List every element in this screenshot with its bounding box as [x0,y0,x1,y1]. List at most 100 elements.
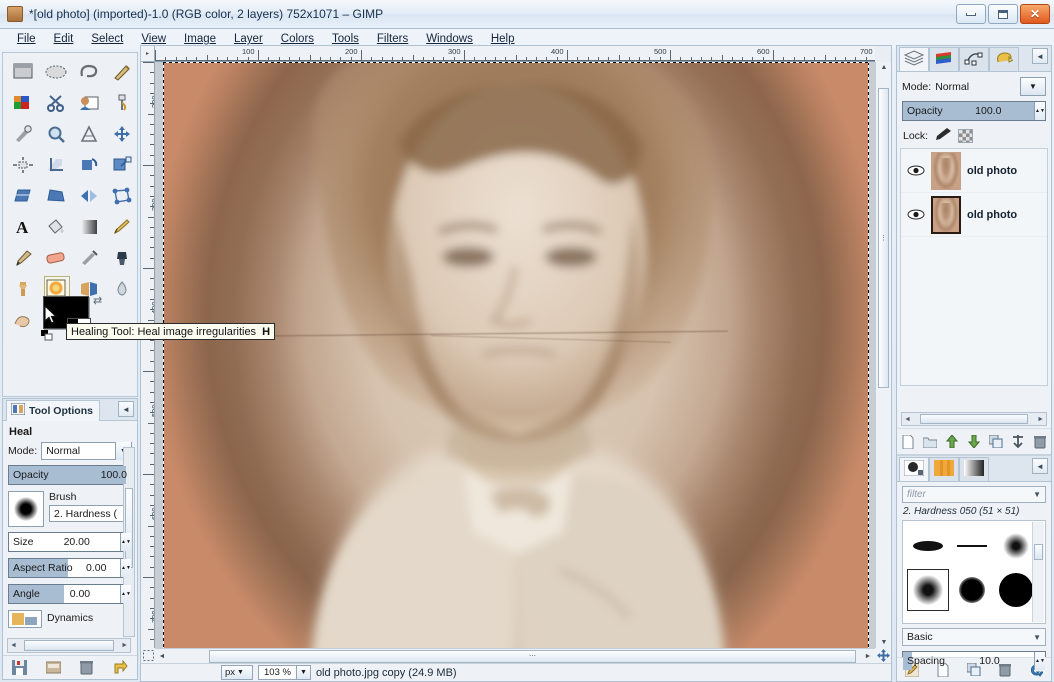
scroll-left-arrow-icon[interactable]: ◄ [10,642,17,649]
menu-file[interactable]: File [8,31,45,47]
layer-visibility-icon[interactable] [907,209,925,220]
text-tool[interactable]: A [6,211,39,242]
menu-edit[interactable]: Edit [45,31,83,47]
scroll-right-arrow-icon[interactable]: ► [861,653,875,660]
tool-options-hscroll-thumb[interactable] [24,640,114,651]
ellipse-select-tool[interactable] [39,56,72,87]
scale-tool[interactable] [105,149,138,180]
brush-grid-vscrollbar[interactable] [1032,522,1044,622]
reset-tool-options-button[interactable] [112,660,128,676]
unit-selector[interactable]: px ▼ [221,665,253,680]
layer-opacity-stepper[interactable]: ▲▼ [1033,102,1045,120]
smudge-tool[interactable] [6,304,39,335]
brush-filter-input[interactable]: filter ▼ [902,486,1046,503]
tab-undo-history[interactable] [989,47,1019,71]
new-layer-group-button[interactable] [922,434,938,450]
tab-patterns[interactable] [929,457,959,481]
image-canvas[interactable] [155,62,875,648]
list-item[interactable] [907,525,949,567]
color-picker-tool[interactable] [6,118,39,149]
vertical-ruler[interactable]: 200 300 400 500 600 700 [141,62,155,648]
tab-tool-options[interactable]: Tool Options [6,399,100,421]
layer-thumbnail[interactable] [931,151,961,190]
rect-select-tool[interactable] [6,56,39,87]
move-tool[interactable] [105,118,138,149]
delete-tool-preset-button[interactable] [79,660,95,676]
fuzzy-select-tool[interactable] [105,56,138,87]
brush-grid[interactable] [902,520,1046,624]
tab-gradients[interactable] [959,457,989,481]
aspect-ratio-slider[interactable]: Aspect Ratio 0.00 ▲▼ [8,558,132,578]
paintbrush-tool[interactable] [6,242,39,273]
list-item[interactable] [951,569,993,611]
tab-channels[interactable] [929,47,959,71]
eraser-tool[interactable] [39,242,72,273]
canvas-vscroll-thumb[interactable]: ⋮ [878,88,889,388]
brush-preview[interactable] [8,491,44,527]
ink-tool[interactable] [105,242,138,273]
raise-layer-button[interactable] [944,434,960,450]
maximize-button[interactable] [988,4,1018,24]
canvas-hscroll-track[interactable]: ⋯ [169,649,861,663]
spacing-stepper[interactable]: ▲▼ [1033,652,1045,670]
layer-thumbnail[interactable] [931,195,961,234]
brush-tag-select[interactable]: Basic ▼ [902,628,1046,646]
layer-mode-dropdown-button[interactable]: ▼ [1020,77,1046,96]
scissors-select-tool[interactable] [39,87,72,118]
layer-opacity-slider[interactable]: Opacity 100.0 ▲▼ [902,101,1046,121]
airbrush-tool[interactable] [72,242,105,273]
photo-layer[interactable] [163,62,869,648]
brush-select[interactable]: 2. Hardness ( [49,505,132,522]
list-item[interactable] [995,525,1037,567]
scroll-right-arrow-icon[interactable]: ► [1037,416,1044,423]
mode-select[interactable]: Normal ▼ [41,442,132,460]
duplicate-layer-button[interactable] [988,434,1004,450]
menu-select[interactable]: Select [82,31,132,47]
table-row[interactable]: old photo [901,149,1047,193]
tab-paths[interactable] [959,47,989,71]
canvas-hscroll-thumb[interactable]: ⋯ [209,649,856,663]
bucket-fill-tool[interactable] [39,211,72,242]
free-select-tool[interactable] [72,56,105,87]
measure-tool[interactable] [72,118,105,149]
angle-stepper[interactable]: ▲▼ [119,585,131,603]
opacity-slider[interactable]: Opacity 100.0 [8,465,132,485]
select-by-color-tool[interactable] [6,87,39,118]
pencil-tool[interactable] [105,211,138,242]
brush-grid-vscroll-thumb[interactable] [1034,544,1043,560]
foreground-select-tool[interactable] [72,87,105,118]
tool-options-vscroll-thumb[interactable] [125,488,133,568]
aspect-stepper[interactable]: ▲▼ [120,559,131,577]
new-layer-button[interactable] [900,434,916,450]
tool-options-hscrollbar[interactable]: ◄ ► [7,638,131,653]
zoom-selector[interactable]: 103 % ▼ [258,665,311,680]
scroll-left-arrow-icon[interactable]: ◄ [155,653,169,660]
perspective-tool[interactable] [39,180,72,211]
lower-layer-button[interactable] [966,434,982,450]
layers-hscroll-thumb[interactable] [920,414,1028,424]
restore-tool-preset-button[interactable] [45,660,61,676]
tab-layers[interactable] [899,47,929,71]
scroll-down-arrow-icon[interactable]: ▼ [876,639,892,646]
list-item[interactable] [995,569,1037,611]
scroll-right-arrow-icon[interactable]: ► [121,642,128,649]
horizontal-ruler[interactable]: 100 200 300 400 500 600 700 [155,46,875,62]
layer-visibility-icon[interactable] [907,165,925,176]
clone-tool[interactable] [6,273,39,304]
flip-tool[interactable] [72,180,105,211]
dynamics-preview[interactable] [8,610,42,628]
paths-tool[interactable] [105,87,138,118]
angle-slider[interactable]: Angle 0.00 ▲▼ [8,584,132,604]
ruler-origin-button[interactable]: ▸ [141,46,155,62]
lock-pixels-brush-icon[interactable] [934,127,952,144]
list-item[interactable] [907,569,949,611]
zoom-tool[interactable] [39,118,72,149]
layers-hscrollbar[interactable]: ◄ ► [901,412,1047,426]
tab-brushes[interactable] [899,457,929,481]
quick-mask-icon[interactable] [141,648,155,663]
reset-colors-icon[interactable] [41,330,53,341]
anchor-layer-button[interactable] [1010,434,1026,450]
shear-tool[interactable] [6,180,39,211]
table-row[interactable]: old photo [901,193,1047,237]
dock-menu-icon[interactable]: ◄ [118,401,134,417]
